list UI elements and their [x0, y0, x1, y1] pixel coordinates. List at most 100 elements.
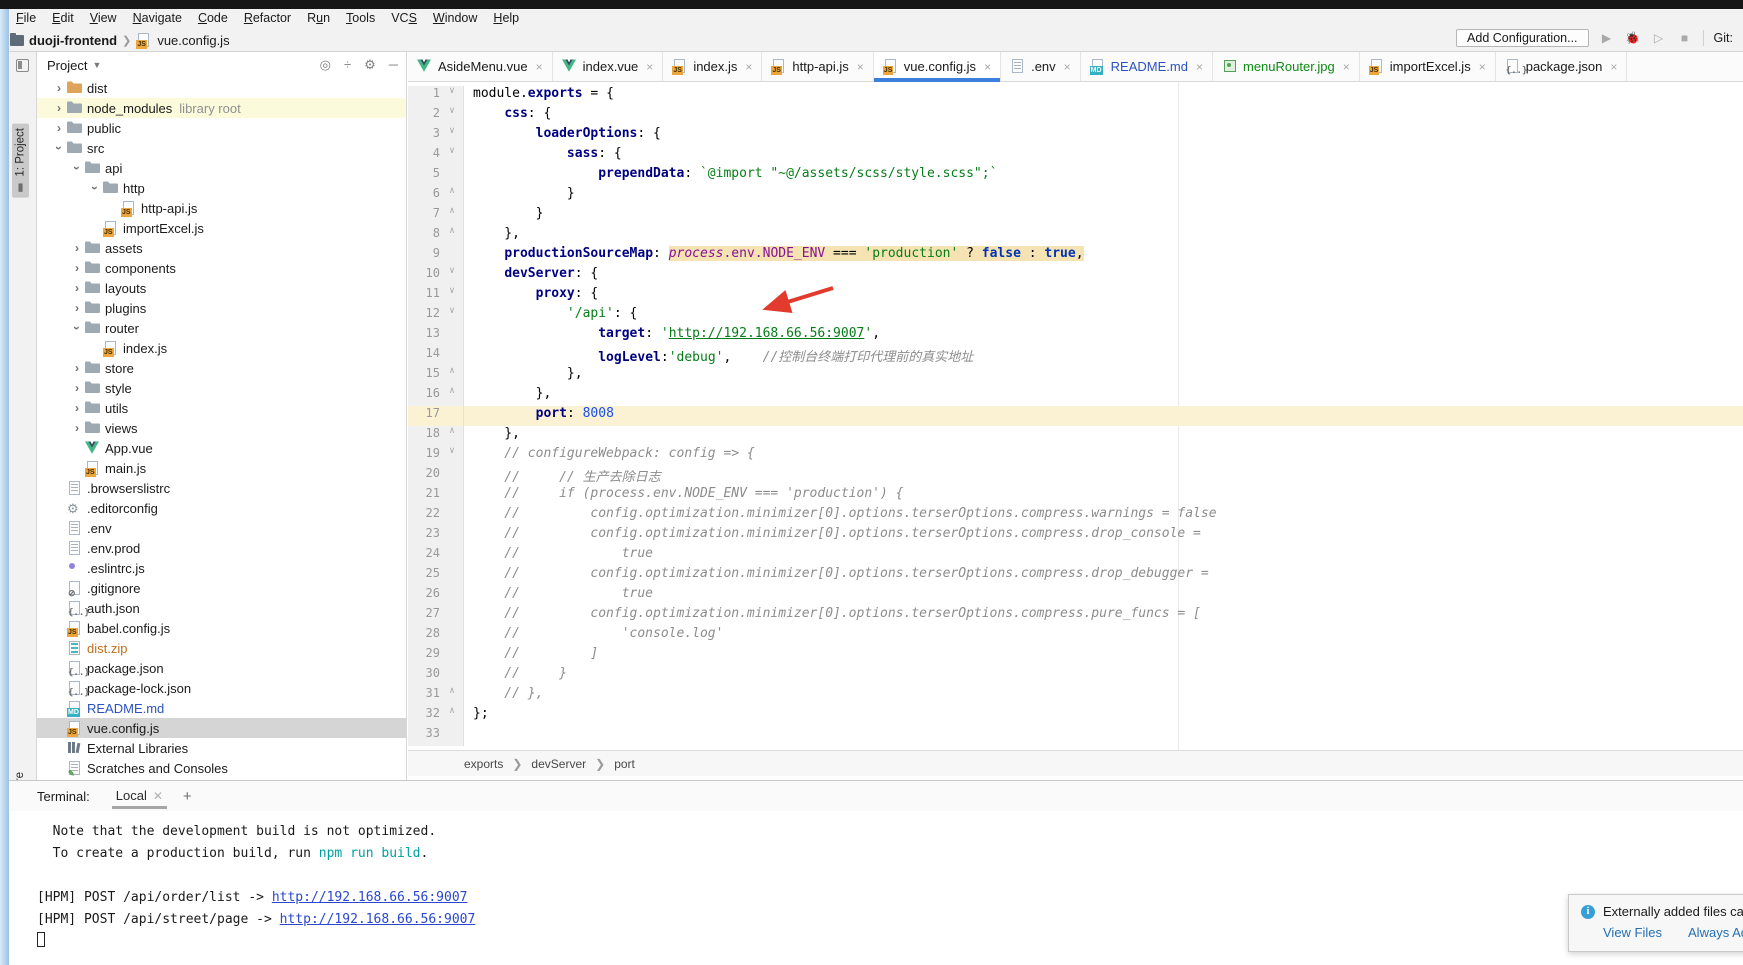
run-coverage-icon[interactable]: ▷: [1651, 30, 1667, 46]
stripe-project-button[interactable]: ▮ 1: Project: [12, 124, 29, 198]
code-line-16[interactable]: 16∧ },: [408, 386, 1743, 406]
code-line-12[interactable]: 12∨ '/api': {: [408, 306, 1743, 326]
code-line-28[interactable]: 28 // 'console.log': [408, 626, 1743, 646]
menu-vcs[interactable]: VCS: [383, 9, 425, 28]
tab--env[interactable]: .env×: [1001, 52, 1081, 81]
close-icon[interactable]: ×: [1479, 60, 1486, 74]
tool-windows-icon[interactable]: [16, 59, 29, 72]
close-icon[interactable]: ×: [1343, 60, 1350, 74]
code-line-26[interactable]: 26 // true: [408, 586, 1743, 606]
code-line-33[interactable]: 33: [408, 726, 1743, 746]
tab-menurouter-jpg[interactable]: menuRouter.jpg×: [1213, 52, 1360, 81]
tree-item-dist[interactable]: ›dist: [37, 78, 406, 98]
code-line-32[interactable]: 32∧};: [408, 706, 1743, 726]
code-line-4[interactable]: 4∨ sass: {: [408, 146, 1743, 166]
tree-item-http-api-js[interactable]: JShttp-api.js: [37, 198, 406, 218]
code-line-15[interactable]: 15∧ },: [408, 366, 1743, 386]
tree-item-importexcel-js[interactable]: JSimportExcel.js: [37, 218, 406, 238]
fold-marker-icon[interactable]: ∨: [444, 286, 460, 306]
tree-item--eslintrc-js[interactable]: .eslintrc.js: [37, 558, 406, 578]
close-icon[interactable]: ✕: [153, 789, 163, 803]
fold-marker-icon[interactable]: ∨: [444, 446, 460, 466]
fold-marker-icon[interactable]: ∧: [444, 366, 460, 386]
fold-marker-icon[interactable]: ∧: [444, 206, 460, 226]
tree-item-vue-config-js[interactable]: JSvue.config.js: [37, 718, 406, 738]
tree-item-package-json[interactable]: {..}package.json: [37, 658, 406, 678]
code-line-13[interactable]: 13 target: 'http://192.168.66.56:9007',: [408, 326, 1743, 346]
code-line-8[interactable]: 8∧ },: [408, 226, 1743, 246]
tab-vue-config-js[interactable]: JSvue.config.js×: [874, 52, 1001, 81]
menu-help[interactable]: Help: [485, 9, 527, 28]
always-add-link[interactable]: Always Add: [1688, 925, 1743, 940]
terminal-link[interactable]: http://192.168.66.56:9007: [280, 912, 476, 927]
fold-marker-icon[interactable]: ∨: [444, 306, 460, 326]
breadcrumb-file[interactable]: vue.config.js: [157, 33, 229, 48]
code-line-27[interactable]: 27 // config.optimization.minimizer[0].o…: [408, 606, 1743, 626]
menu-code[interactable]: Code: [190, 9, 236, 28]
tree-item-package-lock-json[interactable]: {..}package-lock.json: [37, 678, 406, 698]
chevron-collapsed-icon[interactable]: ›: [69, 281, 85, 295]
code-line-11[interactable]: 11∨ proxy: {: [408, 286, 1743, 306]
code-line-10[interactable]: 10∨ devServer: {: [408, 266, 1743, 286]
tree-item-index-js[interactable]: JSindex.js: [37, 338, 406, 358]
close-icon[interactable]: ×: [1064, 60, 1071, 74]
project-panel-title[interactable]: Project: [47, 58, 87, 73]
tree-item-plugins[interactable]: ›plugins: [37, 298, 406, 318]
breadcrumb-exports[interactable]: exports: [464, 757, 503, 771]
code-line-21[interactable]: 21 // if (process.env.NODE_ENV === 'prod…: [408, 486, 1743, 506]
close-icon[interactable]: ×: [646, 60, 653, 74]
tree-item-views[interactable]: ›views: [37, 418, 406, 438]
chevron-collapsed-icon[interactable]: ›: [69, 421, 85, 435]
menu-refactor[interactable]: Refactor: [236, 9, 299, 28]
tree-item-utils[interactable]: ›utils: [37, 398, 406, 418]
chevron-collapsed-icon[interactable]: ›: [69, 301, 85, 315]
fold-marker-icon[interactable]: ∧: [444, 186, 460, 206]
close-icon[interactable]: ×: [984, 60, 991, 74]
chevron-collapsed-icon[interactable]: ›: [69, 381, 85, 395]
tree-item-store[interactable]: ›store: [37, 358, 406, 378]
terminal-tab-local[interactable]: Local✕: [112, 784, 167, 809]
gear-icon[interactable]: ⚙: [364, 57, 376, 73]
tree-item-public[interactable]: ›public: [37, 118, 406, 138]
hide-panel-icon[interactable]: ─: [389, 57, 398, 73]
close-icon[interactable]: ×: [745, 60, 752, 74]
tree-item-readme-md[interactable]: MDREADME.md: [37, 698, 406, 718]
tree-item-dist-zip[interactable]: dist.zip: [37, 638, 406, 658]
tree-item--editorconfig[interactable]: ⚙.editorconfig: [37, 498, 406, 518]
chevron-collapsed-icon[interactable]: ›: [69, 401, 85, 415]
tree-item-components[interactable]: ›components: [37, 258, 406, 278]
chevron-collapsed-icon[interactable]: ›: [69, 241, 85, 255]
tree-item-src[interactable]: ›src: [37, 138, 406, 158]
code-line-5[interactable]: 5 prependData: `@import "~@/assets/scss/…: [408, 166, 1743, 186]
close-icon[interactable]: ×: [1196, 60, 1203, 74]
code-line-19[interactable]: 19∨ // configureWebpack: config => {: [408, 446, 1743, 466]
tree-item-auth-json[interactable]: {..}auth.json: [37, 598, 406, 618]
code-line-6[interactable]: 6∧ }: [408, 186, 1743, 206]
menu-run[interactable]: Run: [299, 9, 338, 28]
fold-marker-icon[interactable]: ∨: [444, 126, 460, 146]
fold-marker-icon[interactable]: ∨: [444, 86, 460, 106]
code-line-1[interactable]: 1∨module.exports = {: [408, 86, 1743, 106]
tab-http-api-js[interactable]: JShttp-api.js×: [762, 52, 873, 81]
chevron-collapsed-icon[interactable]: ›: [51, 101, 67, 115]
menu-navigate[interactable]: Navigate: [125, 9, 190, 28]
breadcrumb-project[interactable]: duoji-frontend: [29, 33, 117, 48]
menu-edit[interactable]: Edit: [44, 9, 82, 28]
view-files-link[interactable]: View Files: [1603, 925, 1662, 940]
tree-item-scratches-and-consoles[interactable]: ✎Scratches and Consoles: [37, 758, 406, 778]
tree-item-app-vue[interactable]: App.vue: [37, 438, 406, 458]
tree-item-main-js[interactable]: JSmain.js: [37, 458, 406, 478]
terminal-link[interactable]: http://192.168.66.56:9007: [272, 890, 468, 905]
tab-package-json[interactable]: {..}package.json×: [1496, 52, 1628, 81]
tree-item-http[interactable]: ›http: [37, 178, 406, 198]
chevron-collapsed-icon[interactable]: ›: [51, 121, 67, 135]
stop-icon[interactable]: ■: [1677, 30, 1693, 46]
close-icon[interactable]: ×: [536, 60, 543, 74]
menu-tools[interactable]: Tools: [338, 9, 383, 28]
add-configuration-button[interactable]: Add Configuration...: [1456, 29, 1589, 47]
fold-marker-icon[interactable]: ∧: [444, 386, 460, 406]
code-line-23[interactable]: 23 // config.optimization.minimizer[0].o…: [408, 526, 1743, 546]
tree-item--browserslistrc[interactable]: .browserslistrc: [37, 478, 406, 498]
run-icon[interactable]: ▶: [1599, 30, 1615, 46]
tab-asidemenu-vue[interactable]: AsideMenu.vue×: [408, 52, 553, 81]
